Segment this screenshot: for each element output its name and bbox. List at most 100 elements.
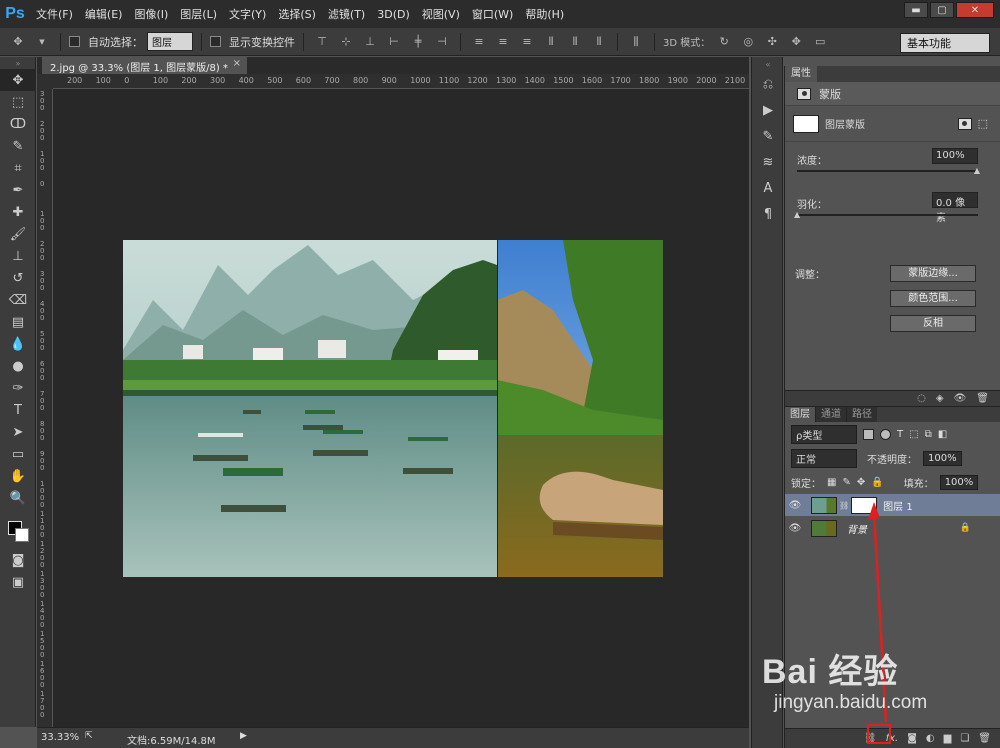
workspace-dropdown[interactable]: 基本功能 [900, 33, 990, 53]
feather-slider-track[interactable] [797, 214, 978, 216]
history-panel-icon[interactable]: ⎌ [752, 71, 784, 97]
align-bottom-icon[interactable]: ⊥ [363, 35, 377, 49]
brush-panel-icon[interactable]: ✎ [752, 123, 784, 149]
collapse-icon[interactable]: » [0, 57, 36, 69]
density-slider-track[interactable] [797, 170, 978, 172]
paragraph-panel-icon[interactable]: ¶ [752, 201, 784, 227]
close-button[interactable]: ✕ [956, 2, 994, 18]
blur-tool-icon[interactable]: 💧 [0, 333, 36, 355]
3d-slide-icon[interactable]: ✥ [789, 35, 803, 49]
density-input[interactable]: 100% [932, 148, 978, 164]
color-range-button[interactable]: 颜色范围... [890, 290, 976, 307]
auto-align-icon[interactable]: ⫼ [629, 35, 643, 49]
close-icon[interactable]: × [233, 58, 241, 69]
distribute-bottom-icon[interactable]: ≡ [520, 35, 534, 49]
background-color-swatch[interactable] [15, 528, 29, 542]
brush-presets-icon[interactable]: ≋ [752, 149, 784, 175]
actions-panel-icon[interactable]: ▶ [752, 97, 784, 123]
move-tool-icon[interactable]: ✥ [0, 69, 36, 91]
crop-tool-icon[interactable]: ⌗ [0, 157, 36, 179]
apply-mask-icon[interactable]: ◈ [936, 393, 944, 404]
status-menu-arrow[interactable]: ▶ [240, 731, 247, 741]
character-panel-icon[interactable]: A [752, 175, 784, 201]
show-transform-checkbox[interactable] [210, 36, 221, 47]
menu-select[interactable]: 选择(S) [272, 6, 322, 22]
visibility-icon[interactable]: 👁 [785, 500, 805, 511]
export-icon[interactable]: ⇱ [85, 731, 93, 741]
visibility-icon[interactable]: 👁 [954, 393, 967, 404]
lasso-tool-icon[interactable]: ↀ [0, 113, 36, 135]
menu-image[interactable]: 图像(I) [128, 6, 174, 22]
distribute-hcenter-icon[interactable]: ⫴ [568, 35, 582, 49]
dodge-tool-icon[interactable]: ● [0, 355, 36, 377]
menu-view[interactable]: 视图(V) [416, 6, 466, 22]
quick-mask-icon[interactable]: ◙ [0, 549, 36, 571]
layer-row-layer1[interactable]: 👁 ⛓ 图层 1 [785, 494, 1000, 516]
document-tab[interactable]: 2.jpg @ 33.3% (图层 1, 图层蒙版/8) * × [42, 57, 247, 74]
3d-pan-icon[interactable]: ✣ [765, 35, 779, 49]
minimize-button[interactable]: ▬ [904, 2, 928, 18]
menu-edit[interactable]: 编辑(E) [79, 6, 129, 22]
adjustment-filter-icon[interactable] [880, 428, 891, 440]
zoom-tool-icon[interactable]: 🔍 [0, 487, 36, 509]
layer-name[interactable]: 图层 1 [883, 498, 913, 513]
stamp-tool-icon[interactable]: ⊥ [0, 245, 36, 267]
menu-3d[interactable]: 3D(D) [371, 8, 416, 21]
trash-icon[interactable]: 🗑 [976, 393, 989, 404]
tab-properties[interactable]: 属性 [785, 66, 817, 82]
menu-file[interactable]: 文件(F) [30, 6, 79, 22]
auto-select-dropdown[interactable]: 图层 [147, 32, 193, 51]
auto-select-checkbox[interactable] [69, 36, 80, 47]
pen-tool-icon[interactable]: ✑ [0, 377, 36, 399]
document-image[interactable] [123, 240, 663, 577]
menu-type[interactable]: 文字(Y) [223, 6, 272, 22]
add-mask-icon[interactable]: ◙ [907, 733, 917, 744]
new-layer-icon[interactable]: ❏ [960, 733, 969, 744]
adjustment-icon[interactable]: ◐ [926, 733, 935, 744]
invert-button[interactable]: 反相 [890, 315, 976, 332]
group-icon[interactable]: ▆ [944, 733, 952, 744]
3d-scale-icon[interactable]: ▭ [813, 35, 827, 49]
layer-row-background[interactable]: 👁 背景 🔒 [785, 517, 1000, 539]
smart-filter-icon[interactable]: ⧉ [925, 429, 932, 440]
lock-position-icon[interactable]: ✥ [857, 477, 865, 488]
mask-edge-button[interactable]: 蒙版边缘... [890, 265, 976, 282]
screen-mode-icon[interactable]: ▣ [0, 571, 36, 593]
lock-pixels-icon[interactable]: ✎ [842, 477, 850, 488]
feather-input[interactable]: 0.0 像素 [932, 192, 978, 224]
align-top-icon[interactable]: ⊤ [315, 35, 329, 49]
maximize-button[interactable]: ▢ [930, 2, 954, 18]
menu-help[interactable]: 帮助(H) [519, 6, 570, 22]
layer-filter-dropdown[interactable]: ρ类型 [791, 424, 857, 444]
brush-tool-icon[interactable]: 🖌 [0, 223, 36, 245]
menu-filter[interactable]: 滤镜(T) [322, 6, 371, 22]
pixel-mask-icon[interactable] [957, 117, 972, 130]
align-left-icon[interactable]: ⊢ [387, 35, 401, 49]
zoom-level[interactable]: 33.33% [41, 732, 79, 743]
menu-window[interactable]: 窗口(W) [466, 6, 519, 22]
eraser-tool-icon[interactable]: ⌫ [0, 289, 36, 311]
history-brush-tool-icon[interactable]: ↺ [0, 267, 36, 289]
tab-paths[interactable]: 路径 [846, 407, 877, 422]
visibility-icon[interactable]: 👁 [785, 523, 805, 534]
healing-tool-icon[interactable]: ✚ [0, 201, 36, 223]
type-filter-icon[interactable]: T [897, 429, 903, 440]
horizontal-ruler[interactable]: 200 100 0 100 200 300 400 500 600 700 800 900 1000 11… [53, 74, 749, 89]
opacity-input[interactable]: 100% [923, 450, 962, 466]
hand-tool-icon[interactable]: ✋ [0, 465, 36, 487]
3d-roll-icon[interactable]: ◎ [741, 35, 755, 49]
quick-select-tool-icon[interactable]: ✎ [0, 135, 36, 157]
feather-slider-handle[interactable]: ▲ [794, 210, 800, 219]
fill-input[interactable]: 100% [939, 474, 979, 490]
load-selection-icon[interactable]: ◌ [917, 393, 926, 404]
path-select-tool-icon[interactable]: ➤ [0, 421, 36, 443]
canvas-area[interactable] [53, 89, 749, 727]
distribute-left-icon[interactable]: ⫴ [544, 35, 558, 49]
distribute-top-icon[interactable]: ≡ [472, 35, 486, 49]
gradient-tool-icon[interactable]: ▤ [0, 311, 36, 333]
3d-rotate-icon[interactable]: ↻ [717, 35, 731, 49]
pixel-filter-icon[interactable] [863, 428, 874, 440]
layer-name[interactable]: 背景 [847, 521, 867, 536]
type-tool-icon[interactable]: T [0, 399, 36, 421]
distribute-right-icon[interactable]: ⫴ [592, 35, 606, 49]
